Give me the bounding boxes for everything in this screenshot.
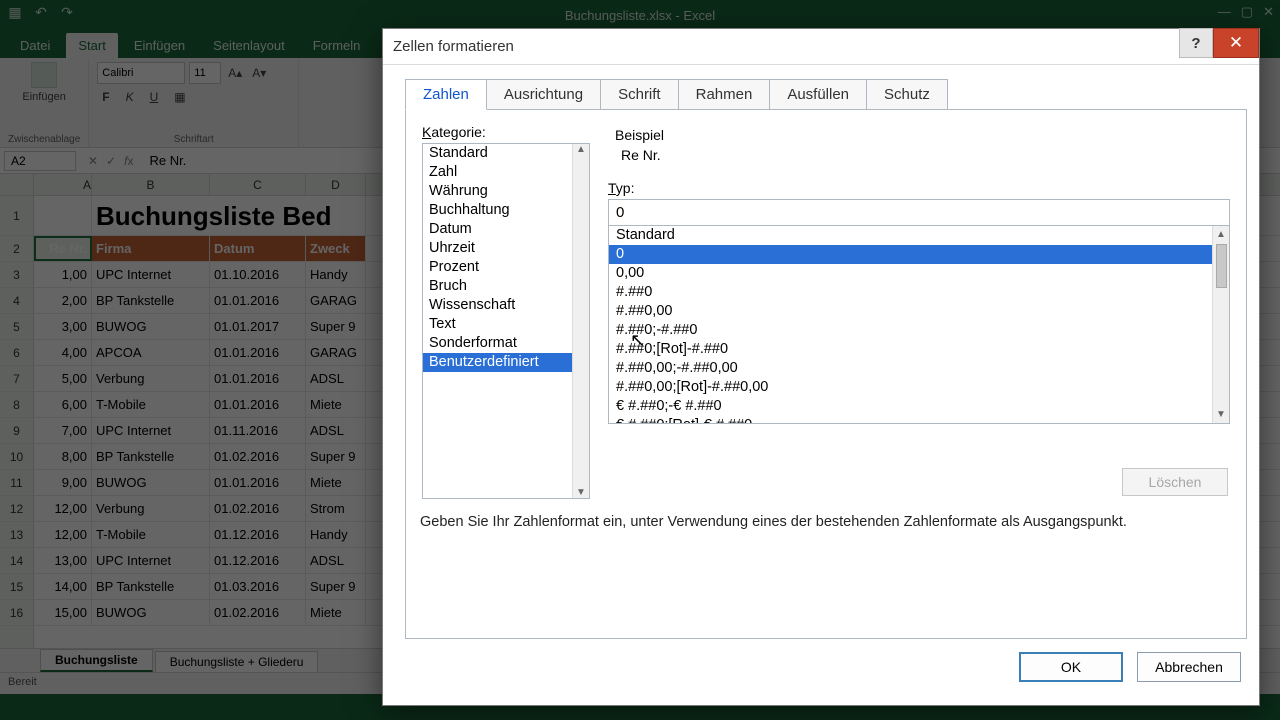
scroll-thumb[interactable] (1216, 244, 1227, 288)
list-item[interactable]: Benutzerdefiniert (423, 353, 589, 372)
list-item[interactable]: Sonderformat (423, 334, 589, 353)
list-item[interactable]: Standard (609, 226, 1229, 245)
list-item[interactable]: Währung (423, 182, 589, 201)
beispiel-label: Beispiel (615, 127, 1229, 143)
tab-rahmen[interactable]: Rahmen (678, 79, 771, 110)
ok-button[interactable]: OK (1019, 652, 1123, 682)
hint-text: Geben Sie Ihr Zahlenformat ein, unter Ve… (420, 514, 1232, 530)
list-item[interactable]: 0,00 (609, 264, 1229, 283)
typ-listbox[interactable]: Standard00,00#.##0#.##0,00#.##0;-#.##0#.… (608, 226, 1230, 424)
list-item[interactable]: Buchhaltung (423, 201, 589, 220)
cancel-button[interactable]: Abbrechen (1137, 652, 1241, 682)
list-item[interactable]: #.##0,00;[Rot]-#.##0,00 (609, 378, 1229, 397)
typ-input[interactable] (608, 199, 1230, 226)
list-item[interactable]: Bruch (423, 277, 589, 296)
list-item[interactable]: #.##0 (609, 283, 1229, 302)
list-item[interactable]: #.##0,00 (609, 302, 1229, 321)
dialog-titlebar[interactable]: Zellen formatieren ? ✕ (383, 29, 1259, 65)
tab-zahlen[interactable]: Zahlen (405, 79, 487, 110)
dialog-title: Zellen formatieren (393, 38, 514, 55)
tab-schrift[interactable]: Schrift (600, 79, 679, 110)
close-button[interactable]: ✕ (1213, 28, 1259, 58)
list-item[interactable]: #.##0;-#.##0 (609, 321, 1229, 340)
beispiel-box: Beispiel Re Nr. (608, 124, 1230, 170)
tab-ausfuellen[interactable]: Ausfüllen (769, 79, 867, 110)
list-item[interactable]: Wissenschaft (423, 296, 589, 315)
list-item[interactable]: Zahl (423, 163, 589, 182)
list-item[interactable]: #.##0,00;-#.##0,00 (609, 359, 1229, 378)
list-item[interactable]: Standard (423, 144, 589, 163)
typ-label: Typ: (608, 180, 1230, 196)
help-button[interactable]: ? (1179, 28, 1213, 58)
scrollbar[interactable]: ▲ ▼ (1212, 226, 1229, 423)
kategorie-label: Kategorie: (422, 124, 590, 140)
list-item[interactable]: Uhrzeit (423, 239, 589, 258)
tab-schutz[interactable]: Schutz (866, 79, 948, 110)
list-item[interactable]: Text (423, 315, 589, 334)
dialog-tabs: Zahlen Ausrichtung Schrift Rahmen Ausfül… (405, 79, 1259, 110)
kategorie-listbox[interactable]: StandardZahlWährungBuchhaltungDatumUhrze… (422, 143, 590, 499)
list-item[interactable]: € #.##0;[Rot]-€ #.##0 (609, 416, 1229, 424)
list-item[interactable]: Datum (423, 220, 589, 239)
beispiel-value: Re Nr. (615, 147, 1229, 163)
dialog-body: Kategorie: StandardZahlWährungBuchhaltun… (405, 109, 1247, 639)
list-item[interactable]: 0 (609, 245, 1229, 264)
scrollbar[interactable]: ▲▼ (572, 144, 589, 498)
list-item[interactable]: € #.##0;-€ #.##0 (609, 397, 1229, 416)
list-item[interactable]: Prozent (423, 258, 589, 277)
loeschen-button[interactable]: Löschen (1122, 468, 1228, 496)
tab-ausrichtung[interactable]: Ausrichtung (486, 79, 601, 110)
list-item[interactable]: #.##0;[Rot]-#.##0 (609, 340, 1229, 359)
format-cells-dialog: Zellen formatieren ? ✕ Zahlen Ausrichtun… (382, 28, 1260, 706)
